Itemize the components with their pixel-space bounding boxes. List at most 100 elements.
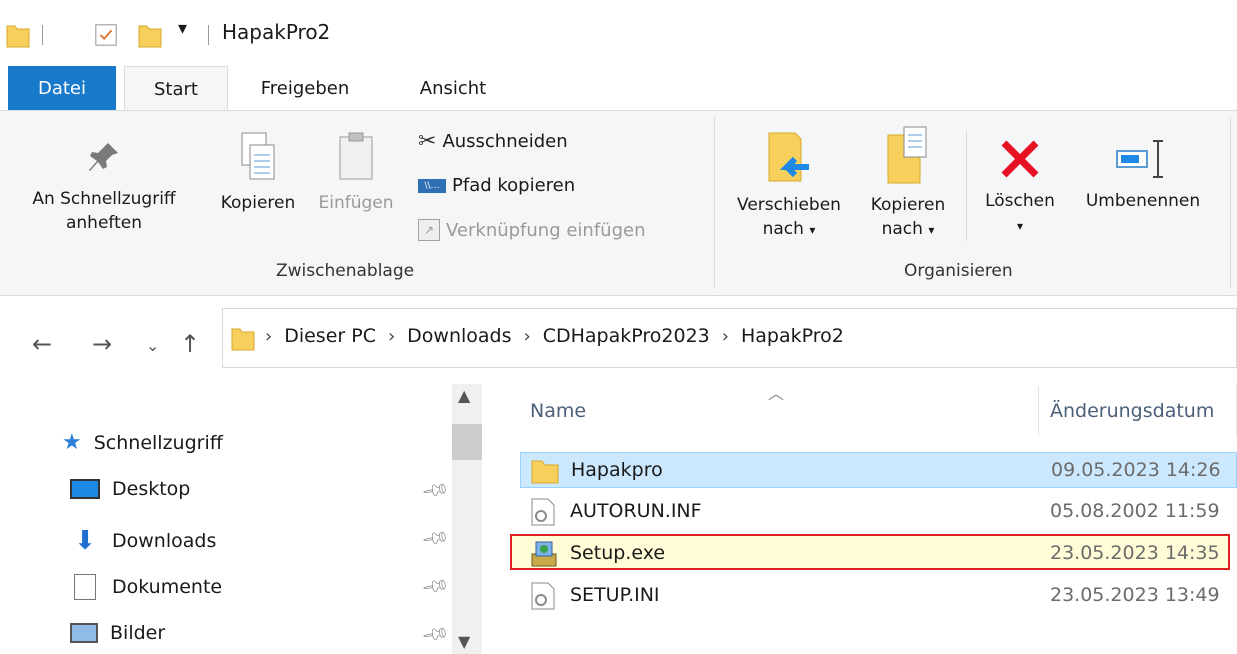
sidebar-item-label: Bilder [110, 622, 166, 644]
path-icon: \\… [418, 178, 446, 193]
rename-label: Umbenennen [1085, 191, 1201, 211]
column-header-name[interactable]: Name [530, 400, 586, 422]
dropdown-arrow-icon: ▾ [809, 223, 816, 237]
copy-to-icon [887, 126, 927, 184]
pin-label-line1: An Schnellzugriff [32, 189, 176, 209]
recent-locations-icon[interactable]: ⌄ [146, 336, 159, 355]
sidebar-item-quick-access[interactable]: ★ Schnellzugriff [62, 430, 223, 455]
desktop-icon [70, 479, 100, 499]
folder-icon [531, 460, 559, 484]
sidebar-item-pictures[interactable]: Bilder [70, 622, 165, 644]
chevron-right-icon: › [265, 325, 273, 347]
up-arrow-icon[interactable]: ↑ [180, 330, 200, 358]
scissors-icon: ✂ [418, 129, 437, 154]
installer-icon [531, 541, 557, 567]
pin-icon[interactable]: 📌︎ [420, 475, 451, 505]
sidebar-item-label: Schnellzugriff [93, 431, 223, 454]
delete-button[interactable]: Löschen ▾ [974, 137, 1066, 238]
move-to-button[interactable]: Verschieben nach ▾ [724, 129, 854, 242]
paste-button[interactable]: Einfügen [306, 131, 406, 215]
properties-icon[interactable] [94, 22, 118, 48]
file-name: Setup.exe [570, 542, 666, 564]
sort-ascending-icon: ︿ [768, 384, 785, 403]
file-name: AUTORUN.INF [570, 500, 702, 522]
tab-file[interactable]: Datei [8, 66, 116, 111]
title-bar: ▾ HapakPro2 [0, 0, 1237, 66]
table-row[interactable]: SETUP.INI 23.05.2023 13:49 [520, 578, 1237, 614]
new-folder-icon[interactable] [138, 22, 162, 48]
document-icon [74, 574, 96, 600]
dropdown-arrow-icon: ▾ [928, 223, 935, 237]
column-separator[interactable] [1038, 386, 1039, 436]
nav-scrollbar-thumb[interactable] [452, 424, 482, 460]
folder-icon [6, 25, 30, 48]
delete-x-icon [1001, 140, 1039, 178]
paste-label: Einfügen [318, 193, 394, 213]
file-date: 09.05.2023 14:26 [1051, 459, 1221, 481]
pin-icon [89, 143, 118, 171]
rename-button[interactable]: Umbenennen [1070, 137, 1216, 213]
cut-button[interactable]: ✂ Ausschneiden [418, 129, 568, 154]
file-name: Hapakpro [571, 459, 663, 481]
chevron-right-icon[interactable]: › [388, 326, 395, 347]
column-header-date[interactable]: Änderungsdatum [1050, 400, 1214, 422]
copy-icon [241, 132, 275, 180]
breadcrumb-cdhapakpro2023[interactable]: CDHapakPro2023 [543, 325, 710, 347]
tab-start[interactable]: Start [124, 66, 228, 111]
back-arrow-icon[interactable]: ← [32, 330, 52, 358]
sidebar-item-label: Downloads [112, 530, 217, 552]
pin-icon[interactable]: 📌︎ [420, 619, 451, 649]
sidebar-item-documents[interactable]: Dokumente [70, 574, 222, 600]
star-icon: ★ [62, 430, 82, 455]
chevron-right-icon[interactable]: › [524, 326, 531, 347]
chevron-right-icon[interactable]: › [722, 326, 729, 347]
table-row[interactable]: AUTORUN.INF 05.08.2002 11:59 [520, 494, 1237, 530]
scroll-up-icon[interactable]: ▲ [458, 386, 470, 405]
sidebar-item-label: Dokumente [112, 576, 223, 598]
clipboard-group-label: Zwischenablage [276, 261, 415, 281]
folder-icon [231, 328, 255, 351]
copy-path-button[interactable]: \\… Pfad kopieren [418, 175, 575, 196]
tab-view[interactable]: Ansicht [403, 66, 503, 111]
toolbar-separator [42, 25, 43, 45]
group-separator [966, 131, 967, 241]
file-date: 05.08.2002 11:59 [1050, 500, 1220, 522]
sidebar-item-label: Desktop [112, 478, 191, 500]
pin-quick-access-button[interactable]: An Schnellzugriff anheften [4, 139, 204, 235]
config-file-icon [531, 582, 555, 610]
paste-shortcut-button[interactable]: ↗ Verknüpfung einfügen [418, 219, 646, 241]
toolbar-separator [208, 25, 209, 45]
address-bar[interactable]: › Dieser PC › Downloads › CDHapakPro2023… [222, 308, 1237, 368]
window-title: HapakPro2 [222, 20, 331, 44]
shortcut-icon: ↗ [418, 219, 440, 241]
sidebar-item-downloads[interactable]: ⬇ Downloads [70, 526, 216, 556]
dropdown-arrow-icon: ▾ [1016, 219, 1024, 233]
scroll-down-icon[interactable]: ▼ [458, 632, 470, 651]
picture-icon [70, 623, 98, 643]
sidebar-item-desktop[interactable]: Desktop [70, 478, 190, 500]
ribbon-tabs: Datei Start Freigeben Ansicht [0, 66, 1237, 111]
breadcrumb: › Dieser PC › Downloads › CDHapakPro2023… [253, 325, 844, 347]
copy-path-label: Pfad kopieren [452, 175, 576, 196]
config-file-icon [531, 498, 555, 526]
tab-share[interactable]: Freigeben [240, 66, 370, 111]
organize-group-label: Organisieren [904, 261, 1013, 281]
table-row[interactable]: Hapakpro 09.05.2023 14:26 [520, 452, 1237, 488]
breadcrumb-this-pc[interactable]: Dieser PC [284, 325, 376, 347]
copy-to-label-line1: Kopieren [870, 195, 946, 215]
move-to-label-line1: Verschieben [737, 195, 841, 215]
group-separator [1230, 117, 1231, 289]
table-row-highlighted[interactable]: Setup.exe 23.05.2023 14:35 [510, 534, 1230, 570]
copy-button[interactable]: Kopieren [210, 131, 306, 215]
breadcrumb-hapakpro2[interactable]: HapakPro2 [741, 325, 844, 347]
pin-icon[interactable]: 📌︎ [420, 523, 451, 553]
breadcrumb-downloads[interactable]: Downloads [407, 325, 511, 347]
forward-arrow-icon[interactable]: → [92, 330, 112, 358]
copy-to-button[interactable]: Kopieren nach ▾ [858, 125, 958, 242]
cut-label: Ausschneiden [442, 131, 568, 152]
pin-icon[interactable]: 📌︎ [420, 571, 451, 601]
move-to-label-line2: nach [762, 219, 804, 239]
customize-toolbar-icon[interactable]: ▾ [178, 18, 187, 39]
delete-label: Löschen [985, 191, 1055, 211]
pin-label-line2: anheften [65, 213, 142, 233]
